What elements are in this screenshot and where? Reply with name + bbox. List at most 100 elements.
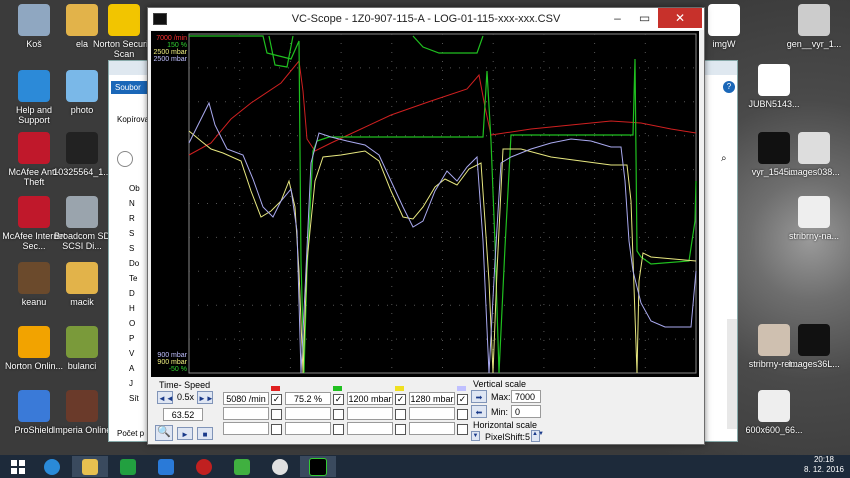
media-taskbar-icon[interactable] <box>262 456 298 477</box>
channel-empty-field[interactable] <box>285 422 331 435</box>
explorer-nav-item[interactable]: Sít <box>109 391 149 406</box>
desktop-left-icon-12[interactable]: bulanci <box>48 326 116 371</box>
channel-checkbox[interactable] <box>457 409 468 420</box>
scale-top-label: 2500 mbar <box>154 49 188 56</box>
channel-empty-field[interactable] <box>223 407 269 420</box>
scope-canvas: 7000 /min150 %2500 mbar2500 mbar900 mbar… <box>154 33 697 374</box>
desktop-right-icon-8[interactable]: 600x600_66... <box>740 390 808 435</box>
oscilloscope-plot[interactable]: 7000 /min 150 % 2500 mbar 2500 mbar 900 mbar… <box>151 31 699 377</box>
percent-trace-top <box>268 35 294 68</box>
min-arrow-button[interactable]: ⬅ <box>471 405 487 418</box>
play-button[interactable]: ► <box>177 427 193 440</box>
explorer-ribbon-tab[interactable]: Soubor <box>111 81 151 94</box>
explorer-scrollbar[interactable] <box>727 319 737 429</box>
desktop-icon-label: Imperia Online <box>52 425 112 435</box>
rpm-trace <box>188 59 697 156</box>
explorer-nav-item[interactable]: H <box>109 301 149 316</box>
explorer-nav-item[interactable]: R <box>109 211 149 226</box>
shortcut-icon <box>18 262 50 294</box>
desktop-right-icon-1[interactable]: gen__vyr_1... <box>780 4 848 49</box>
vc-scope-window[interactable]: VC-Scope - 1Z0-907-115-A - LOG-01-115-xx… <box>147 7 705 445</box>
channel-value-field[interactable]: 1280 mbar <box>409 392 455 405</box>
explorer-nav-item[interactable]: S <box>109 226 149 241</box>
faster-button[interactable]: ►► <box>197 391 214 404</box>
channel-empty-field[interactable] <box>347 422 393 435</box>
speed-value: 0.5x <box>177 392 195 402</box>
channel-checkbox[interactable]: ✓ <box>333 394 344 405</box>
explorer-nav-item[interactable]: D <box>109 286 149 301</box>
vc-titlebar[interactable]: VC-Scope - 1Z0-907-115-A - LOG-01-115-xx… <box>148 8 704 30</box>
desktop-left-icon-10[interactable]: macik <box>48 262 116 307</box>
zoom-icon[interactable]: 🔍 <box>155 425 173 441</box>
channel-checkbox[interactable]: ✓ <box>271 394 282 405</box>
channel-empty-field[interactable] <box>347 407 393 420</box>
explorer-nav-item[interactable]: Ob <box>109 181 149 196</box>
channel-checkbox[interactable] <box>271 424 282 435</box>
explorer-nav-item[interactable]: J <box>109 376 149 391</box>
shortcut-icon <box>108 4 140 36</box>
time-field[interactable]: 63.52 <box>163 408 203 421</box>
explorer-nav-item[interactable]: V <box>109 346 149 361</box>
explorer-nav-item[interactable]: O <box>109 316 149 331</box>
explorer-nav-pane[interactable]: Ob N R S S Do Te D H O P V A J Sít <box>109 181 149 431</box>
maximize-button[interactable]: ▭ <box>631 8 658 28</box>
back-icon[interactable] <box>117 151 133 167</box>
channel-empty-field[interactable] <box>223 422 269 435</box>
channel-checkbox[interactable] <box>333 424 344 435</box>
channel-empty-field[interactable] <box>409 407 455 420</box>
channel-empty-field[interactable] <box>285 407 331 420</box>
desktop-icon-label: JUBN5143... <box>748 99 800 109</box>
ie-taskbar-icon[interactable] <box>34 456 70 477</box>
explorer-nav-item[interactable]: Te <box>109 271 149 286</box>
scale-top-label: 2500 mbar <box>154 56 188 63</box>
stop-button[interactable]: ■ <box>197 427 213 440</box>
channel-checkbox[interactable]: ✓ <box>395 394 406 405</box>
channel-color-swatch <box>395 386 404 391</box>
desktop-icon-label: images038... <box>788 167 840 177</box>
channel-checkbox[interactable] <box>457 424 468 435</box>
max-arrow-button[interactable]: ➡ <box>471 390 487 403</box>
channel-value-field[interactable]: 75.2 % <box>285 392 331 405</box>
desktop-left-icon-4[interactable]: photo <box>48 70 116 115</box>
help-icon[interactable]: ? <box>723 81 735 93</box>
max-field[interactable]: 7000 <box>511 390 541 403</box>
channel-value-field[interactable]: 1200 mbar <box>347 392 393 405</box>
explorer-taskbar-icon[interactable] <box>72 456 108 477</box>
car-taskbar-icon[interactable] <box>224 456 260 477</box>
channel-empty-field[interactable] <box>409 422 455 435</box>
vc-scope-taskbar-icon[interactable] <box>300 456 336 477</box>
desktop-left-icon-14[interactable]: Imperia Online <box>48 390 116 435</box>
power-taskbar-icon[interactable] <box>186 456 222 477</box>
desktop-right-icon-2[interactable]: JUBN5143... <box>740 64 808 109</box>
desktop-right-icon-4[interactable]: images038... <box>780 132 848 177</box>
desktop-right-icon-7[interactable]: images36L... <box>780 324 848 369</box>
search-icon[interactable]: ⌕ <box>721 153 735 167</box>
explorer-nav-item[interactable]: P <box>109 331 149 346</box>
channel-checkbox[interactable] <box>333 409 344 420</box>
store-taskbar-icon[interactable] <box>110 456 146 477</box>
explorer-nav-item[interactable]: S <box>109 241 149 256</box>
hscale-down-button[interactable]: ▼ <box>471 431 480 441</box>
explorer-nav-item[interactable]: Do <box>109 256 149 271</box>
explorer-nav-item[interactable]: A <box>109 361 149 376</box>
channel-checkbox[interactable] <box>395 424 406 435</box>
start-button[interactable] <box>0 456 36 477</box>
system-clock[interactable]: 20:18 8. 12. 2016 <box>804 455 844 478</box>
desktop-right-icon-5[interactable]: stribrny-na... <box>780 196 848 241</box>
taskbar: 20:18 8. 12. 2016 <box>0 455 850 478</box>
slower-button[interactable]: ◄◄ <box>157 391 174 404</box>
desktop-left-icon-8[interactable]: Broadcom SD SCSI Di... <box>48 196 116 251</box>
desktop-left-icon-6[interactable]: 10325564_1... <box>48 132 116 177</box>
app-taskbar-icon[interactable] <box>148 456 184 477</box>
min-field[interactable]: 0 <box>511 405 541 418</box>
desktop-icon-label: bulanci <box>67 361 97 371</box>
explorer-nav-item[interactable]: N <box>109 196 149 211</box>
minimize-button[interactable]: ‒ <box>604 8 631 28</box>
pixelshift-spinner[interactable]: ▲▼ <box>531 430 544 442</box>
channel-value-field[interactable]: 5080 /min <box>223 392 269 405</box>
channel-checkbox[interactable]: ✓ <box>457 394 468 405</box>
channel-checkbox[interactable] <box>271 409 282 420</box>
channel-checkbox[interactable] <box>395 409 406 420</box>
close-button[interactable]: ✕ <box>658 8 702 28</box>
shortcut-icon <box>66 132 98 164</box>
